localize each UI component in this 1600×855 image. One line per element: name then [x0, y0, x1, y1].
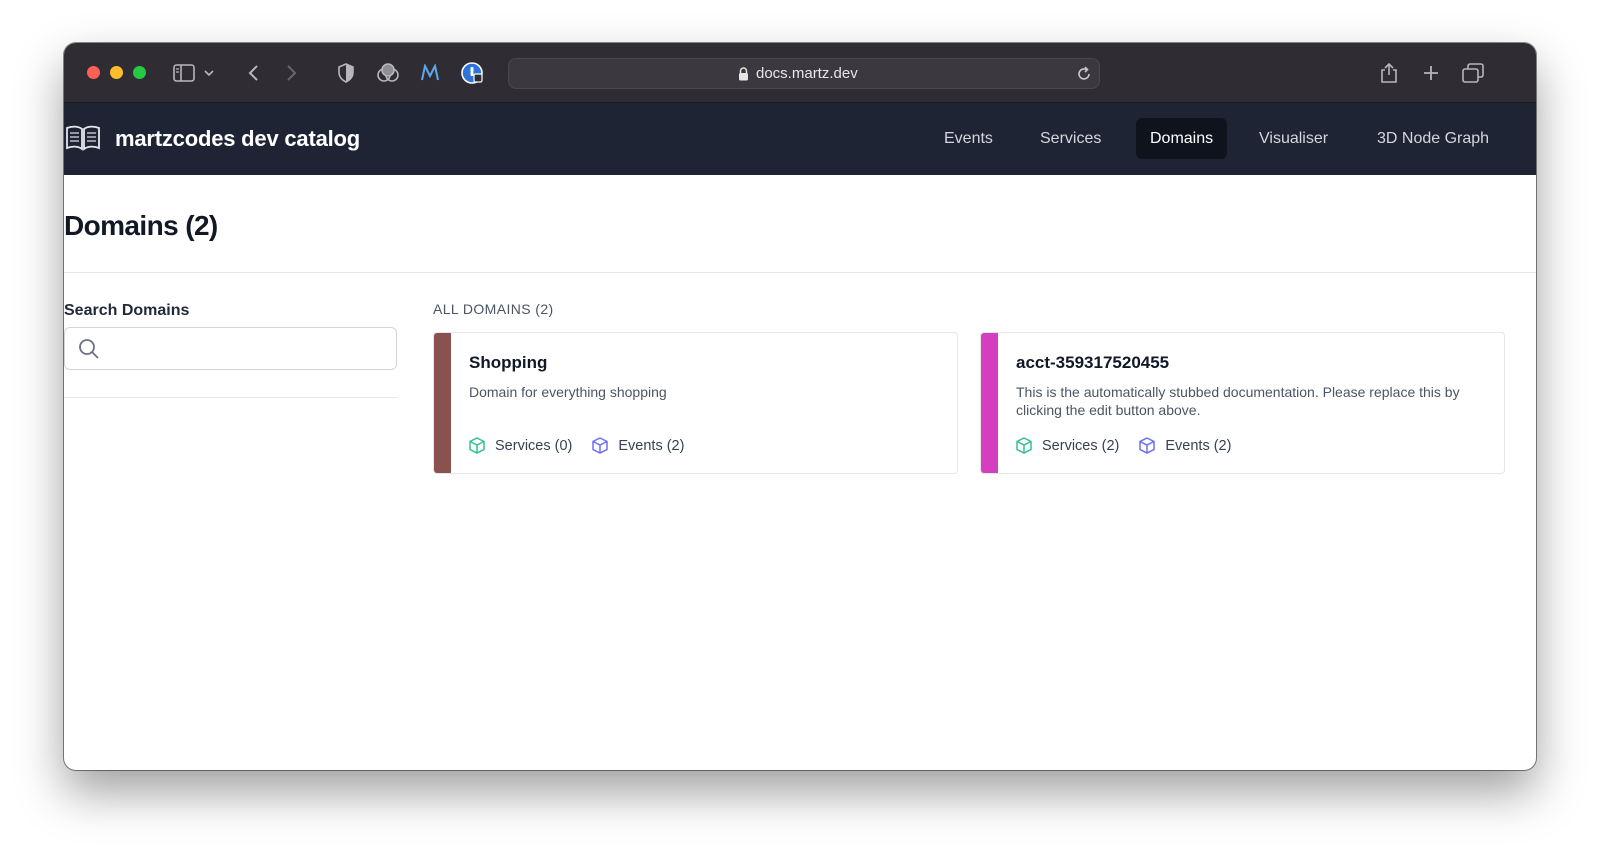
page-title: Domains (2): [64, 210, 218, 241]
search-label: Search Domains: [64, 302, 190, 319]
cube-icon: [1139, 437, 1156, 454]
domain-services-link[interactable]: Services (0): [469, 437, 572, 454]
domain-links: Services (2) Events (2): [1016, 437, 1251, 454]
tab-overview-icon[interactable]: [1461, 61, 1485, 85]
reload-icon[interactable]: [1075, 65, 1093, 88]
domain-description: This is the automatically stubbed docume…: [1016, 384, 1460, 418]
shield-icon[interactable]: [334, 61, 358, 85]
nav-domains[interactable]: Domains: [1136, 118, 1228, 159]
url-text: docs.martz.dev: [756, 65, 858, 82]
nav-3d-node-graph[interactable]: 3D Node Graph: [1363, 118, 1503, 159]
events-count: Events (2): [1165, 437, 1232, 454]
extension-cloud-icon[interactable]: [376, 61, 400, 85]
sidebar-toggle-icon[interactable]: [172, 61, 196, 85]
password-manager-icon[interactable]: [460, 61, 484, 85]
domain-events-link[interactable]: Events (2): [592, 437, 684, 454]
search-icon: [78, 338, 100, 365]
search-input[interactable]: [109, 336, 389, 362]
brand-title[interactable]: martzcodes dev catalog: [115, 126, 360, 152]
domain-name[interactable]: Shopping: [469, 353, 547, 373]
domain-name[interactable]: acct-359317520455: [1016, 353, 1169, 373]
cube-icon: [592, 437, 609, 454]
new-tab-icon[interactable]: [1419, 61, 1443, 85]
share-icon[interactable]: [1377, 61, 1401, 85]
browser-window: docs.martz.dev martzcodes dev catalog Ev…: [64, 43, 1536, 770]
zoom-window-button[interactable]: [133, 66, 146, 79]
chevron-down-icon[interactable]: [202, 61, 216, 85]
address-bar[interactable]: docs.martz.dev: [508, 58, 1100, 89]
divider: [64, 272, 1536, 273]
domain-links: Services (0) Events (2): [469, 437, 704, 454]
sidebar-divider: [64, 397, 397, 398]
events-count: Events (2): [618, 437, 685, 454]
cube-icon: [469, 437, 485, 454]
close-window-button[interactable]: [87, 66, 100, 79]
lock-icon: [738, 67, 749, 86]
minimize-window-button[interactable]: [110, 66, 123, 79]
nav-events[interactable]: Events: [930, 118, 1007, 159]
search-box[interactable]: [64, 327, 397, 370]
domain-color-strip: [434, 333, 451, 473]
services-count: Services (0): [495, 437, 573, 454]
section-label: ALL DOMAINS (2): [433, 301, 554, 317]
domain-color-strip: [981, 333, 998, 473]
services-count: Services (2): [1042, 437, 1120, 454]
back-icon[interactable]: [241, 61, 265, 85]
browser-toolbar: docs.martz.dev: [64, 43, 1536, 103]
site-header: martzcodes dev catalog Events Services D…: [64, 103, 1536, 175]
domain-description: Domain for everything shopping: [469, 384, 667, 400]
forward-icon[interactable]: [280, 61, 304, 85]
domain-services-link[interactable]: Services (2): [1016, 437, 1119, 454]
domain-events-link[interactable]: Events (2): [1139, 437, 1231, 454]
nav-services[interactable]: Services: [1026, 118, 1115, 159]
book-icon[interactable]: [65, 124, 101, 157]
domain-card-acct[interactable]: acct-359317520455 This is the automatica…: [980, 332, 1505, 474]
cube-icon: [1016, 437, 1032, 454]
domain-card-shopping[interactable]: Shopping Domain for everything shopping …: [433, 332, 958, 474]
extension-m-icon[interactable]: [418, 61, 442, 85]
nav-visualiser[interactable]: Visualiser: [1245, 118, 1342, 159]
